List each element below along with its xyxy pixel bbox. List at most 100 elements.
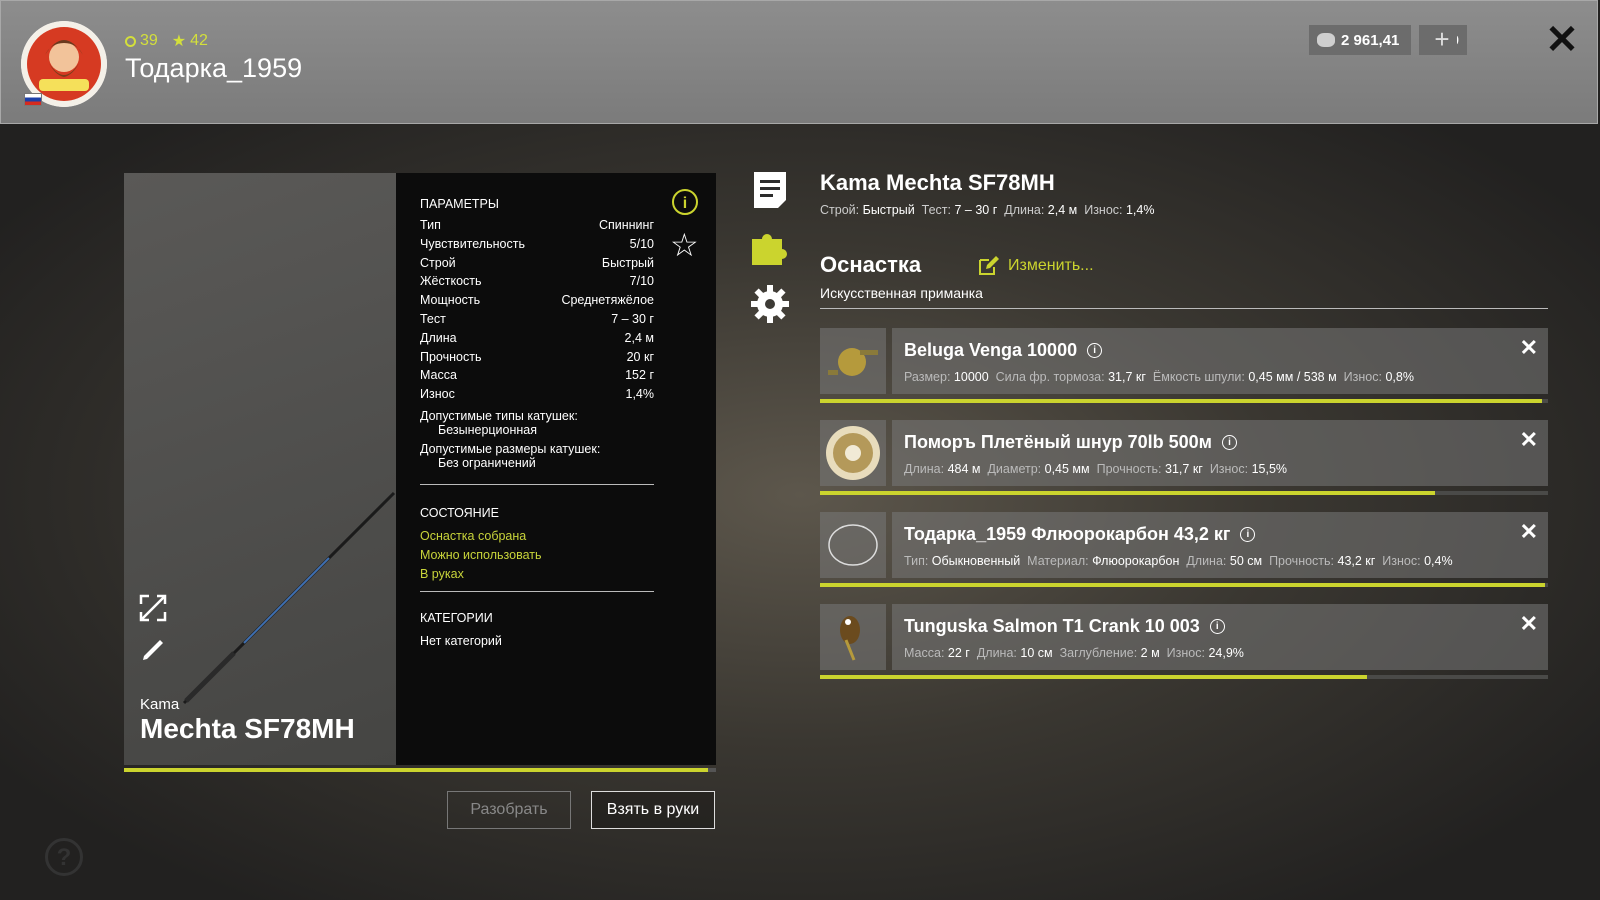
remove-tackle-close-icon[interactable]: ✕ <box>1520 521 1538 543</box>
tab-description-icon[interactable] <box>750 170 790 210</box>
param-value: 1,4% <box>625 387 655 402</box>
stat-value: 50 см <box>1229 554 1263 568</box>
edit-tackle-link[interactable]: Изменить... <box>978 256 1094 276</box>
param-row: Строй Быстрый <box>420 256 654 270</box>
tackle-name-text: Tunguska Salmon T1 Crank 10 003 <box>904 616 1200 636</box>
stars-value: 42 <box>190 32 208 49</box>
tackle-slot[interactable]: Тодарка_1959 Флюорокарбон 43,2 кг i Тип: О… <box>820 512 1548 587</box>
tackle-title: Оснастка <box>820 252 922 277</box>
param-value: 7 – 30 г <box>611 312 654 326</box>
param-value: Быстрый <box>601 255 654 270</box>
player-rank: 39 ★ 42 <box>125 31 208 51</box>
condition-fill <box>820 399 1543 403</box>
stat-label: Строй: <box>820 203 860 217</box>
rename-pencil-icon[interactable] <box>138 635 168 665</box>
info-icon[interactable]: i <box>1209 619 1225 634</box>
stat-value: 2 м <box>1140 646 1160 660</box>
tackle-name: Beluga Venga 10000 i <box>904 340 1103 361</box>
info-icon[interactable]: i <box>1087 343 1103 358</box>
tackle-name: Тодарка_1959 Флюорокарбон 43,2 кг i <box>904 524 1256 545</box>
info-icon[interactable]: i <box>1221 435 1237 450</box>
param-value: 2,4 м <box>624 330 654 345</box>
param-value: 5/10 <box>629 236 654 251</box>
param-label: Износ <box>420 387 455 402</box>
expand-icon[interactable] <box>138 593 168 623</box>
tackle-name: Поморъ Плетёный шнур 70lb 500м i <box>904 432 1237 453</box>
tackle-slot[interactable]: Beluga Venga 10000 i Размер: 10000 Сила фр… <box>820 328 1548 403</box>
tackle-details: Beluga Venga 10000 i Размер: 10000 Сила фр… <box>892 328 1548 394</box>
tackle-slot[interactable]: Tunguska Salmon T1 Crank 10 003 i Масса: 2… <box>820 604 1548 679</box>
silver-coins-icon <box>1317 33 1335 47</box>
favorite-star-icon[interactable]: ☆ <box>670 229 699 261</box>
stat-label: Диаметр: <box>987 462 1042 476</box>
stat-value: 2,4 м <box>1047 203 1078 217</box>
reel-thumbnail-icon <box>828 348 878 376</box>
profile-header: 39 ★42 Тодарка_1959 2 961,41 0 + ✕ <box>0 0 1598 124</box>
tackle-thumbnail[interactable] <box>820 420 886 486</box>
stat-value: Флюорокарбон <box>1092 554 1180 568</box>
stat-value: 0,45 мм <box>1044 462 1090 476</box>
tackle-name-text: Beluga Venga 10000 <box>904 340 1078 360</box>
condition-bar <box>820 675 1548 679</box>
tab-tackle-puzzle-icon[interactable] <box>750 227 790 267</box>
param-label: Тест <box>420 312 446 326</box>
tackle-thumbnail[interactable] <box>820 512 886 578</box>
stat-value: 22 г <box>947 646 970 660</box>
tackle-details: Tunguska Salmon T1 Crank 10 003 i Масса: 2… <box>892 604 1548 670</box>
param-value: 7/10 <box>629 274 654 289</box>
stat-value: Быстрый <box>862 203 915 217</box>
param-row: Масса 152 г <box>420 368 654 382</box>
param-label: Чувствительность <box>420 236 525 251</box>
param-label: Длина <box>420 330 457 345</box>
state-item: Можно использовать <box>420 548 542 562</box>
tackle-name-text: Тодарка_1959 Флюорокарбон 43,2 кг <box>904 524 1231 544</box>
stat-label: Износ: <box>1382 554 1421 568</box>
edit-label: Изменить... <box>1008 257 1094 274</box>
param-row: Тип Спиннинг <box>420 218 654 232</box>
state-item: В руках <box>420 567 464 581</box>
params-title: ПАРАМЕТРЫ <box>420 197 499 211</box>
tackle-details: Тодарка_1959 Флюорокарбон 43,2 кг i Тип: О… <box>892 512 1548 578</box>
take-in-hands-button[interactable]: Взять в руки <box>591 791 715 829</box>
stat-value: 24,9% <box>1208 646 1244 660</box>
tackle-thumbnail[interactable] <box>820 328 886 394</box>
stat-label: Тип: <box>904 554 929 568</box>
stat-value: 0,8% <box>1385 370 1414 384</box>
stat-label: Длина: <box>976 646 1017 660</box>
remove-tackle-close-icon[interactable]: ✕ <box>1520 429 1538 451</box>
add-gold-button[interactable]: + <box>1427 25 1457 55</box>
rod-title: Kama Mechta SF78MH <box>820 170 1055 195</box>
tackle-slot[interactable]: Поморъ Плетёный шнур 70lb 500м i Длина: 48… <box>820 420 1548 495</box>
info-icon[interactable]: i <box>672 189 698 215</box>
tackle-thumbnail[interactable] <box>820 604 886 670</box>
divider <box>420 484 654 485</box>
condition-fill <box>820 675 1367 679</box>
stat-value: 0,45 мм / 538 м <box>1248 370 1337 384</box>
param-row: Мощность Среднетяжёлое <box>420 293 654 307</box>
remove-tackle-close-icon[interactable]: ✕ <box>1520 337 1538 359</box>
param-row: Чувствительность 5/10 <box>420 237 654 251</box>
remove-tackle-close-icon[interactable]: ✕ <box>1520 613 1538 635</box>
state-title: СОСТОЯНИЕ <box>420 506 499 520</box>
stat-value: 0,4% <box>1424 554 1453 568</box>
disassemble-button[interactable]: Разобрать <box>447 791 571 829</box>
param-row: Износ 1,4% <box>420 387 654 401</box>
stat-value: 10000 <box>953 370 989 384</box>
condition-bar <box>820 583 1548 587</box>
categories-value: Нет категорий <box>420 634 502 648</box>
stat-label: Тест: <box>921 203 951 217</box>
close-button[interactable]: ✕ <box>1544 20 1580 60</box>
reel-sizes-label: Допустимые размеры катушек: <box>420 442 601 456</box>
tackle-stats: Тип: Обыкновенный Материал: Флюорокарбон… <box>904 554 1460 568</box>
stat-value: 7 – 30 г <box>954 203 998 217</box>
tackle-stats: Длина: 484 м Диаметр: 0,45 мм Прочность:… <box>904 462 1294 476</box>
param-label: Тип <box>420 218 441 232</box>
reel-types-value: Безынерционная <box>438 423 538 437</box>
silver-balance[interactable]: 2 961,41 <box>1309 25 1411 55</box>
rod-condition-fill <box>124 768 708 772</box>
help-icon[interactable]: ? <box>45 838 83 876</box>
param-label: Жёсткость <box>420 274 482 289</box>
rod-model: Mechta SF78MH <box>140 713 355 744</box>
tab-settings-gear-icon[interactable] <box>750 284 790 324</box>
info-icon[interactable]: i <box>1240 527 1256 542</box>
